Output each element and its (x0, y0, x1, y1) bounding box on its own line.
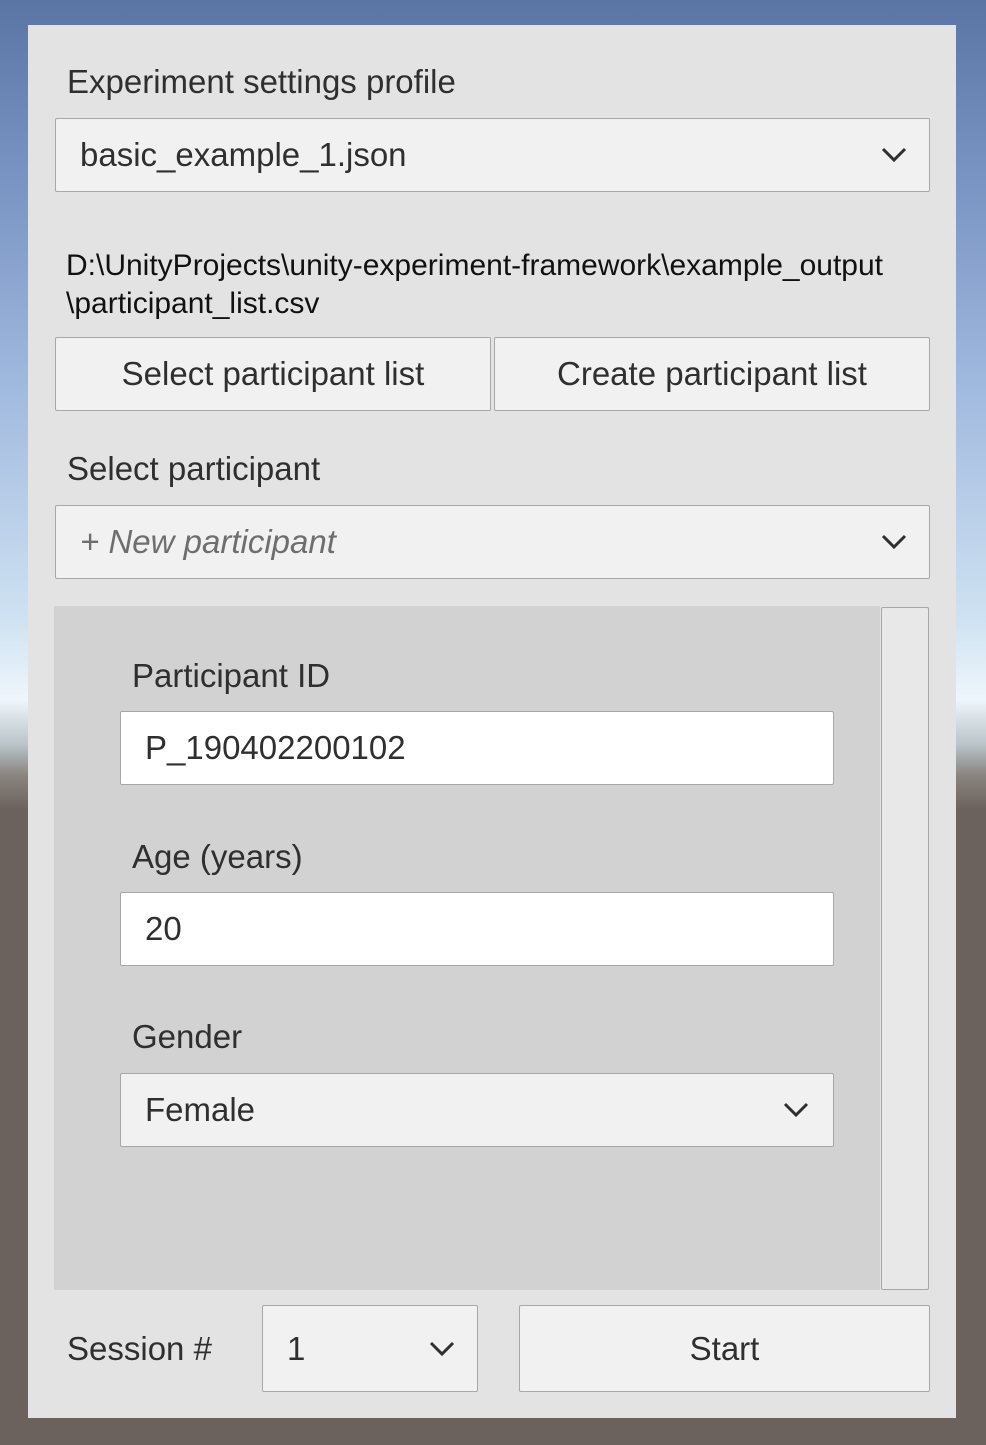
gender-label: Gender (132, 1018, 243, 1055)
vertical-scrollbar[interactable] (881, 607, 929, 1290)
startup-panel: Experiment settings profile basic_exampl… (28, 25, 956, 1418)
participant-list-path: D:\UnityProjects\unity-experiment-framew… (66, 249, 883, 320)
session-label: Session # (67, 1330, 212, 1367)
chevron-down-icon (881, 147, 907, 163)
participant-dropdown[interactable]: + New participant (55, 505, 930, 579)
chevron-down-icon (429, 1341, 455, 1356)
select-participant-list-button[interactable]: Select participant list (55, 337, 491, 411)
participant-id-value: P_190402200102 (145, 729, 406, 766)
gender-value: Female (145, 1091, 256, 1128)
create-participant-list-button[interactable]: Create participant list (494, 337, 930, 411)
age-input[interactable]: 20 (120, 892, 834, 966)
age-label: Age (years) (132, 838, 303, 875)
session-dropdown[interactable]: 1 (262, 1305, 478, 1392)
age-value: 20 (145, 910, 182, 947)
settings-profile-label: Experiment settings profile (67, 63, 456, 100)
participant-id-input[interactable]: P_190402200102 (120, 711, 834, 785)
participant-details-scroll-area[interactable]: Participant ID P_190402200102 Age (years… (54, 606, 880, 1290)
gender-dropdown[interactable]: Female (120, 1073, 834, 1147)
settings-profile-value: basic_example_1.json (80, 136, 407, 173)
session-value: 1 (287, 1329, 306, 1367)
select-participant-label: Select participant (67, 450, 321, 487)
settings-profile-dropdown[interactable]: basic_example_1.json (55, 118, 930, 192)
participant-dropdown-placeholder: + New participant (80, 523, 336, 560)
chevron-down-icon (881, 534, 907, 550)
start-button[interactable]: Start (519, 1305, 930, 1392)
participant-id-label: Participant ID (132, 657, 331, 694)
chevron-down-icon (783, 1102, 809, 1118)
